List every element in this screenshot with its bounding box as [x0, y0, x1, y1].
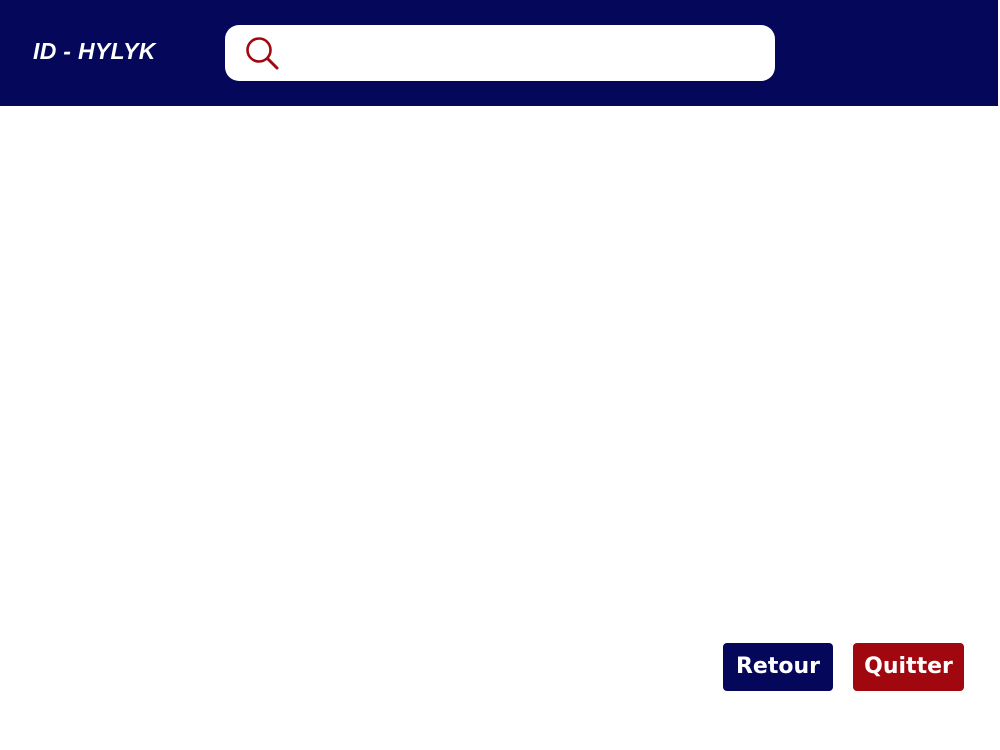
app-window: ID - HYLYK Retour Quitter	[0, 0, 1000, 750]
app-brand-title: ID - HYLYK	[33, 38, 156, 64]
back-button[interactable]: Retour	[723, 643, 833, 691]
main-content-area	[0, 106, 1000, 636]
search-input[interactable]	[290, 33, 760, 73]
search-icon[interactable]	[243, 35, 281, 73]
quit-button[interactable]: Quitter	[853, 643, 964, 691]
